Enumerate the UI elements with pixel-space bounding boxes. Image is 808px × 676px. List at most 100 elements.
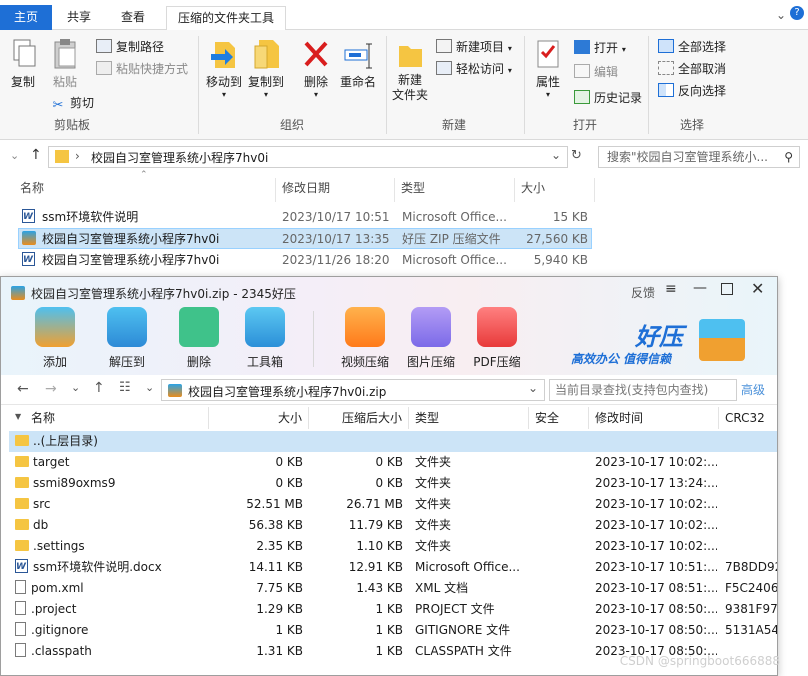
archive-row[interactable]: ..(上层目录) [9, 431, 777, 452]
archive-row[interactable]: ssmi89oxms9 0 KB 0 KB 文件夹 2023-10-17 13:24:.… [9, 473, 777, 494]
chevron-down-icon[interactable]: ⌄ [71, 381, 80, 394]
column-modified[interactable]: 修改时间 [589, 407, 719, 429]
select-all-button[interactable]: 全部选择 [658, 37, 726, 57]
chevron-down-icon[interactable]: ⌄ [145, 381, 154, 394]
file-list-header: ⌃ 名称 修改日期 类型 大小 [0, 170, 808, 202]
paste-shortcut-label: 粘贴快捷方式 [116, 62, 189, 76]
address-field[interactable]: › 校园自习室管理系统小程序7hv0i ⌄ [48, 146, 568, 168]
archive-packed-size: 26.71 MB [346, 497, 403, 511]
search-input[interactable]: 搜索"校园自习室管理系统小... ⚲ [598, 146, 800, 168]
archive-row[interactable]: ssm环境软件说明.docx 14.11 KB 12.91 KB Microsoft … [9, 557, 777, 578]
view-mode-icon[interactable]: ☷ [119, 380, 131, 395]
back-arrow-icon[interactable]: ← [17, 381, 29, 397]
rename-icon [343, 38, 373, 70]
archive-search-input[interactable]: 当前目录查找(支持包内查找) [549, 379, 737, 401]
paste-button[interactable]: 粘贴 [48, 34, 82, 90]
column-name[interactable]: 名称 [27, 407, 209, 429]
delete-archive-button[interactable]: 删除 [167, 307, 231, 370]
new-folder-button[interactable]: 新建 文件夹 [390, 34, 430, 103]
file-row-selected[interactable]: 校园自习室管理系统小程序7hv0i 2023/10/17 13:35 好压 ZI… [18, 228, 592, 249]
move-to-button[interactable]: 移动到 ▾ [204, 34, 244, 99]
archive-file-name: .classpath [31, 644, 92, 658]
video-compress-button[interactable]: 视频压缩 [333, 307, 397, 370]
archive-row[interactable]: target 0 KB 0 KB 文件夹 2023-10-17 10:02:... [9, 452, 777, 473]
copy-to-button[interactable]: 复制到 ▾ [246, 34, 286, 99]
up-arrow-icon[interactable]: ↑ [30, 147, 42, 163]
column-packed-size[interactable]: 压缩后大小 [309, 407, 409, 429]
archive-file-type: CLASSPATH 文件 [415, 644, 512, 658]
help-icon[interactable]: ? [790, 6, 804, 20]
feedback-link[interactable]: 反馈 [631, 284, 655, 301]
minimize-icon[interactable]: — [693, 280, 707, 296]
chevron-down-icon[interactable]: ⌄ [10, 149, 19, 162]
tab-compressed-folder-tools[interactable]: 压缩的文件夹工具 [166, 6, 286, 30]
close-icon[interactable]: ✕ [751, 279, 764, 298]
file-row[interactable]: ssm环境软件说明 2023/10/17 10:51 Microsoft Off… [18, 207, 592, 228]
archive-file-type: 文件夹 [415, 518, 452, 532]
up-arrow-icon[interactable]: ↑ [93, 380, 105, 396]
copy-path-button[interactable]: 复制路径 [96, 37, 164, 57]
chevron-down-icon: ▾ [263, 90, 268, 99]
new-item-button[interactable]: 新建项目 ▾ [436, 37, 512, 57]
archive-row[interactable]: db 56.38 KB 11.79 KB 文件夹 2023-10-17 10:02:..… [9, 515, 777, 536]
archive-row[interactable]: pom.xml 7.75 KB 1.43 KB XML 文档 2023-10-17 08… [9, 578, 777, 599]
archive-file-name: .project [31, 602, 77, 616]
extract-to-button[interactable]: 解压到 [95, 307, 159, 370]
archive-row[interactable]: .gitignore 1 KB 1 KB GITIGNORE 文件 2023-10-17… [9, 620, 777, 641]
history-button[interactable]: 历史记录 [574, 88, 642, 108]
image-compress-button[interactable]: 图片压缩 [399, 307, 463, 370]
archive-path-field[interactable]: 校园自习室管理系统小程序7hv0i.zip ⌄ [161, 379, 545, 401]
select-none-button[interactable]: 全部取消 [658, 59, 726, 79]
archive-row[interactable]: .settings 2.35 KB 1.10 KB 文件夹 2023-10-17 10:… [9, 536, 777, 557]
file-type: 好压 ZIP 压缩文件 [402, 232, 501, 246]
cut-button[interactable]: ✂ 剪切 [50, 93, 94, 113]
ribbon: 复制 粘贴 复制路径 粘贴快捷方式 ✂ 剪切 剪贴板 移动到 ▾ 复制到 ▾ 删除… [0, 30, 808, 140]
delete-button[interactable]: 删除 ▾ [298, 34, 334, 99]
copy-to-label: 复制到 [247, 75, 284, 89]
forward-arrow-icon[interactable]: → [45, 381, 57, 397]
archive-row[interactable]: .project 1.29 KB 1 KB PROJECT 文件 2023-10-17 … [9, 599, 777, 620]
column-size[interactable]: 大小 [515, 178, 595, 202]
archive-row[interactable]: src 52.51 MB 26.71 MB 文件夹 2023-10-17 10:02:.… [9, 494, 777, 515]
column-size[interactable]: 大小 [209, 407, 309, 429]
column-crc32[interactable]: CRC32 [719, 407, 777, 429]
chevron-down-icon: ▾ [621, 45, 626, 54]
refresh-icon[interactable]: ↻ [571, 148, 582, 163]
copy-icon [8, 38, 38, 70]
extract-icon [107, 307, 147, 347]
column-type[interactable]: 类型 [409, 407, 529, 429]
add-button[interactable]: 添加 [23, 307, 87, 370]
open-button[interactable]: 打开 ▾ [574, 38, 626, 58]
file-row[interactable]: 校园自习室管理系统小程序7hv0i 2023/11/26 18:20 Micro… [18, 250, 592, 271]
ribbon-collapse-icon[interactable]: ⌄ [776, 8, 786, 22]
invert-selection-button[interactable]: 反向选择 [658, 81, 726, 101]
easy-access-icon [436, 61, 452, 75]
maximize-icon[interactable] [721, 283, 733, 295]
properties-button[interactable]: 属性 ▾ [530, 34, 566, 99]
easy-access-button[interactable]: 轻松访问 ▾ [436, 59, 512, 79]
menu-icon[interactable]: ≡ [665, 281, 677, 297]
tab-home[interactable]: 主页 [0, 5, 52, 30]
column-security[interactable]: 安全 [529, 407, 589, 429]
breadcrumb[interactable]: 校园自习室管理系统小程序7hv0i [91, 149, 268, 166]
toolbox-button[interactable]: 工具箱 [233, 307, 297, 370]
properties-icon [533, 38, 563, 70]
paste-shortcut-button[interactable]: 粘贴快捷方式 [96, 59, 188, 79]
column-type[interactable]: 类型 [395, 178, 515, 202]
edit-button[interactable]: 编辑 [574, 62, 618, 82]
advanced-search-link[interactable]: 高级 [741, 381, 765, 398]
properties-label: 属性 [535, 75, 560, 89]
pdf-compress-button[interactable]: PDF压缩 [465, 307, 529, 370]
haozip-toolbar-area: 校园自习室管理系统小程序7hv0i.zip - 2345好压 反馈 ≡ — ✕ … [1, 277, 777, 375]
video-icon [345, 307, 385, 347]
sort-down-icon: ▼ [15, 412, 22, 421]
column-date[interactable]: 修改日期 [276, 178, 395, 202]
chevron-down-icon[interactable]: ⌄ [551, 148, 561, 162]
tab-share[interactable]: 共享 [56, 6, 102, 30]
brand-box-icon [699, 319, 745, 361]
copy-button[interactable]: 复制 [6, 34, 40, 90]
column-name[interactable]: 名称 [14, 178, 276, 202]
chevron-down-icon[interactable]: ⌄ [528, 381, 538, 395]
rename-button[interactable]: 重命名 [338, 34, 378, 90]
tab-view[interactable]: 查看 [110, 6, 156, 30]
